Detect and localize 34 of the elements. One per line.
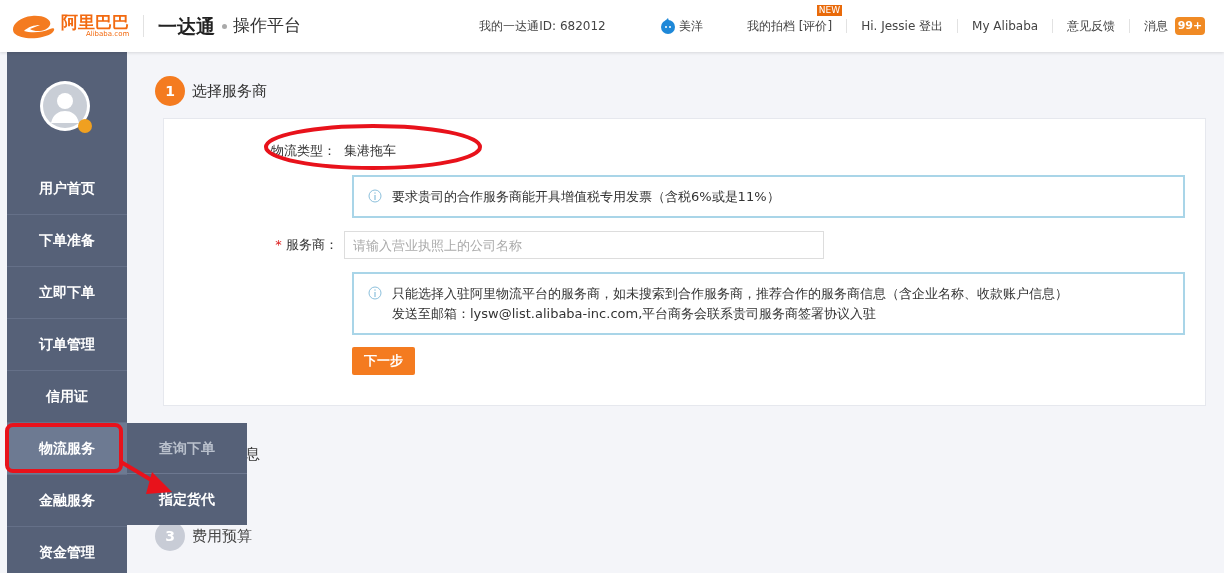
separator-dot-icon — [221, 23, 227, 29]
nav-link[interactable]: 消息 — [1144, 17, 1169, 35]
sidebar-item[interactable]: 立即下单 — [7, 267, 127, 319]
sidebar-item[interactable]: 订单管理 — [7, 319, 127, 371]
platform-name: 操作平台 — [233, 14, 302, 38]
required-mark: * — [275, 237, 282, 253]
info-icon — [368, 188, 382, 203]
field-label: 服务商： — [286, 237, 338, 253]
submenu-item[interactable]: 查询下单 — [127, 423, 247, 474]
sidebar-item[interactable]: 信用证 — [7, 371, 127, 423]
message-count: 99+ — [1174, 16, 1206, 36]
sidebar-item[interactable]: 用户首页 — [7, 163, 127, 215]
nav-link[interactable]: Hi. Jessie 登出 — [861, 17, 944, 35]
step-label: 选择服务商 — [191, 80, 267, 102]
nav-link[interactable]: 意见反馈 — [1067, 17, 1116, 35]
notice-text: 只能选择入驻阿里物流平台的服务商，如未搜索到合作服务商，推荐合作的服务商信息（含企业名称、收款账户信息） — [392, 285, 1068, 303]
notice-text: 要求贵司的合作服务商能开具增值税专用发票（含税6%或是11%） — [392, 187, 780, 206]
notice-text: 发送至邮箱：lysw@list.alibaba-inc.com,平台商务会联系贵司服务商签署协议入驻 — [392, 304, 878, 323]
product-name: 一达通 — [158, 13, 216, 39]
user-icon — [659, 18, 676, 34]
sidebar-item[interactable]: 资金管理 — [7, 527, 127, 573]
step-number: 1 — [155, 76, 185, 106]
nav-link[interactable]: 我的一达通ID: 682012 — [479, 17, 606, 35]
step-label: 费用预算 — [191, 525, 252, 547]
avatar-icon — [39, 79, 95, 136]
logo-text: 阿里巴巴 — [61, 14, 130, 31]
provider-field[interactable]: 请输入营业执照上的公司名称 — [344, 231, 824, 259]
nav-link[interactable]: 美洋 — [678, 17, 703, 35]
nav-link[interactable]: My Alibaba — [972, 17, 1039, 35]
info-icon — [368, 286, 382, 300]
nav-link[interactable]: 我的拍档 [评价] — [746, 17, 833, 35]
new-tag: NEW — [816, 5, 843, 16]
field-value: 集港拖车 — [344, 142, 396, 160]
sidebar-item[interactable]: 下单准备 — [7, 215, 127, 267]
